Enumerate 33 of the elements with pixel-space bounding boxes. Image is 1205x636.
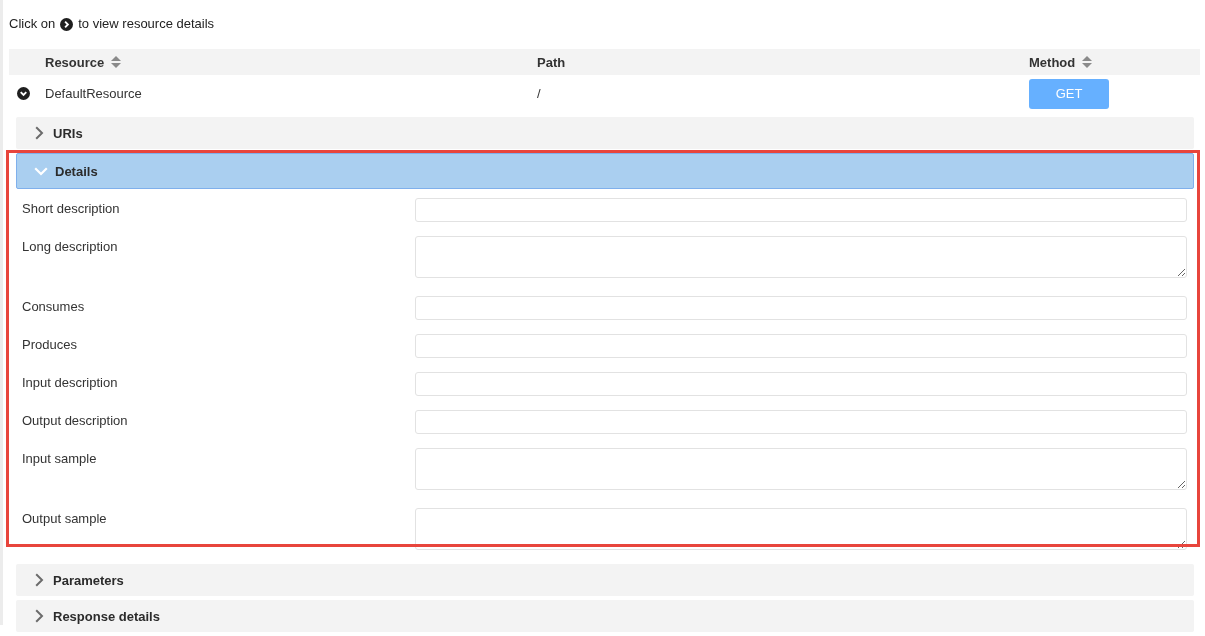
sort-icon[interactable] [111,55,122,69]
field-label: Short description [22,200,120,217]
sort-icon[interactable] [1082,55,1093,69]
field-label: Produces [22,336,77,353]
accordion-header[interactable]: Details [16,153,1194,189]
intro-text: Click on [9,16,56,32]
column-header[interactable]: Method [1029,54,1093,70]
field-label: Output description [22,412,128,429]
text-input[interactable] [415,296,1187,320]
intro-text: to view resource details [78,16,215,32]
text-input[interactable] [415,198,1187,222]
text-input[interactable] [415,334,1187,358]
text-input[interactable] [415,372,1187,396]
chevron-right-icon [35,573,44,587]
chevron-right-icon [35,126,44,140]
chevron-down-icon [34,166,48,176]
chevron-circle-icon [60,17,74,31]
field-label: Output sample [22,510,107,527]
accordion-header[interactable]: Parameters [16,564,1194,596]
table-cell: DefaultResource [45,86,142,101]
field-label: Consumes [22,298,85,315]
field-label: Input sample [22,450,97,467]
accordion-header[interactable]: URIs [16,117,1194,149]
accordion-header[interactable]: Response details [16,600,1194,632]
field-label: Input description [22,374,118,391]
chevron-circle-icon[interactable] [17,87,30,100]
table-cell: / [537,86,541,101]
chevron-right-icon [35,609,44,623]
text-input[interactable] [415,410,1187,434]
field-label: Long description [22,238,118,255]
column-header: Path [537,54,566,70]
text-area[interactable] [415,508,1187,550]
column-header[interactable]: Resource [45,54,122,70]
